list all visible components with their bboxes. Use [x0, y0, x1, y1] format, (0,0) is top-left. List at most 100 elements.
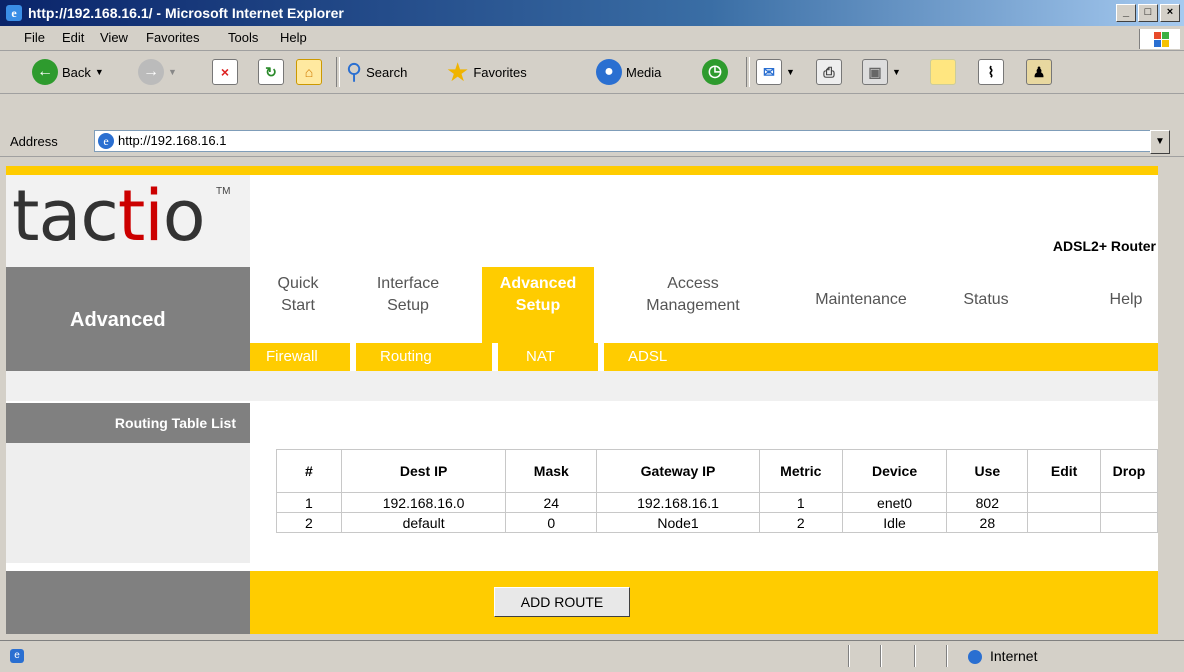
mail-button[interactable]: ✉ ▼	[756, 51, 795, 93]
back-label: Back	[62, 64, 91, 80]
cell-device: enet0	[841, 492, 948, 513]
back-button[interactable]: ← Back ▼	[32, 51, 104, 93]
toolbar: ← Back ▼ → ▼ × ↻ ⌂ ⚲ Search ★ Favorites …	[0, 51, 1184, 94]
cell-use: 28	[946, 512, 1029, 533]
menu-tools[interactable]: Tools	[228, 30, 258, 45]
forward-button[interactable]: → ▼	[138, 51, 177, 93]
tactio-logo: tactio	[12, 175, 206, 257]
cell-device: Idle	[841, 512, 948, 533]
refresh-button[interactable]: ↻	[258, 51, 284, 93]
messenger-button[interactable]: ♟	[1026, 51, 1052, 93]
favorites-star-icon: ★	[446, 56, 470, 87]
main-tabs: Quick Start Interface Setup Advanced Setup …	[250, 267, 1158, 343]
menu-file[interactable]: File	[24, 30, 45, 45]
status-bar: e Internet	[0, 640, 1184, 672]
page-icon: e	[98, 133, 114, 149]
cell-dest-ip: 192.168.16.0	[340, 492, 507, 513]
table-row: 2 default 0 Node1 2 Idle 28	[276, 512, 1158, 533]
security-zone: Internet	[968, 648, 1037, 665]
table-header-row: # Dest IP Mask Gateway IP Metric Device …	[276, 449, 1158, 493]
col-header-gateway-ip: Gateway IP	[596, 449, 760, 493]
edit-button[interactable]: ▣ ▼	[862, 51, 901, 93]
close-button[interactable]: ×	[1160, 4, 1180, 22]
sub-tabs: Firewall Routing NAT ADSL	[250, 343, 1158, 371]
col-header-device: Device	[841, 449, 948, 493]
media-icon: ●	[596, 59, 622, 85]
favorites-button[interactable]: ★ Favorites	[446, 51, 527, 93]
tab-access-management[interactable]: Access Management	[630, 273, 756, 317]
menu-view[interactable]: View	[100, 30, 128, 45]
tab-status[interactable]: Status	[956, 289, 1016, 311]
cell-drop[interactable]	[1100, 512, 1158, 533]
media-label: Media	[626, 64, 662, 80]
spacer-bar	[6, 371, 1158, 401]
paperclip-icon: ⌇	[978, 59, 1004, 85]
tab-interface-setup[interactable]: Interface Setup	[364, 273, 452, 317]
forward-arrow-icon: →	[138, 59, 164, 85]
tab-quick-start[interactable]: Quick Start	[270, 273, 326, 317]
address-bar: Address e http://192.168.16.1 ▼	[0, 94, 1184, 157]
menu-help[interactable]: Help	[280, 30, 307, 45]
address-url: http://192.168.16.1	[118, 133, 227, 148]
subtab-nat[interactable]: NAT	[526, 348, 555, 365]
cell-edit[interactable]	[1027, 492, 1102, 513]
footer-bar	[250, 571, 1158, 634]
col-header-number: #	[276, 449, 342, 493]
cell-edit[interactable]	[1027, 512, 1102, 533]
minimize-button[interactable]: _	[1116, 4, 1136, 22]
edit-icon: ▣	[862, 59, 888, 85]
cell-number: 2	[276, 512, 342, 533]
subtab-routing[interactable]: Routing	[380, 348, 432, 365]
tab-help[interactable]: Help	[1102, 289, 1150, 311]
cell-metric: 1	[758, 492, 843, 513]
table-row: 1 192.168.16.0 24 192.168.16.1 1 enet0 8…	[276, 492, 1158, 513]
cell-gateway-ip: 192.168.16.1	[596, 492, 760, 513]
col-header-use: Use	[946, 449, 1029, 493]
history-icon: ◷	[702, 59, 728, 85]
routing-table: # Dest IP Mask Gateway IP Metric Device …	[276, 449, 1158, 533]
menu-favorites[interactable]: Favorites	[146, 30, 199, 45]
cell-number: 1	[276, 492, 342, 513]
attachment-button[interactable]: ⌇	[978, 51, 1004, 93]
address-dropdown-button[interactable]: ▼	[1150, 130, 1170, 154]
cell-mask: 0	[505, 512, 598, 533]
cell-gateway-ip: Node1	[596, 512, 760, 533]
ie-icon: e	[6, 5, 22, 21]
page-scrollbar[interactable]	[1158, 166, 1184, 634]
messenger-icon: ♟	[1026, 59, 1052, 85]
print-icon: ⎙	[816, 59, 842, 85]
section-title: Advanced	[70, 309, 166, 331]
discuss-button[interactable]	[930, 51, 956, 93]
refresh-icon: ↻	[258, 59, 284, 85]
media-button[interactable]: ● Media	[596, 51, 661, 93]
search-button[interactable]: ⚲ Search	[346, 51, 407, 93]
cell-metric: 2	[758, 512, 843, 533]
stop-button[interactable]: ×	[212, 51, 238, 93]
mail-icon: ✉	[756, 59, 782, 85]
note-icon	[930, 59, 956, 85]
cell-use: 802	[946, 492, 1029, 513]
subtab-adsl[interactable]: ADSL	[628, 348, 667, 365]
add-route-button[interactable]: ADD ROUTE	[494, 587, 630, 617]
col-header-edit: Edit	[1027, 449, 1102, 493]
home-button[interactable]: ⌂	[296, 51, 322, 93]
page-status-icon: e	[10, 649, 24, 663]
col-header-dest-ip: Dest IP	[340, 449, 507, 493]
menu-edit[interactable]: Edit	[62, 30, 84, 45]
subtab-firewall[interactable]: Firewall	[266, 348, 318, 365]
windows-logo-icon	[1139, 29, 1180, 49]
print-button[interactable]: ⎙	[816, 51, 842, 93]
product-name: ADSL2+ Router	[1052, 238, 1156, 254]
cell-drop[interactable]	[1100, 492, 1158, 513]
page-content: tactio TM ADSL2+ Router Advanced Quick St…	[6, 166, 1158, 634]
search-icon: ⚲	[346, 59, 363, 84]
cell-mask: 24	[505, 492, 598, 513]
address-label: Address	[10, 134, 58, 149]
address-input[interactable]: e http://192.168.16.1	[94, 130, 1152, 152]
menu-bar: File Edit View Favorites Tools Help	[0, 26, 1184, 51]
maximize-button[interactable]: □	[1138, 4, 1158, 22]
internet-globe-icon	[968, 650, 982, 665]
tab-advanced-setup[interactable]: Advanced Setup	[482, 267, 594, 343]
history-button[interactable]: ◷	[702, 51, 728, 93]
tab-maintenance[interactable]: Maintenance	[796, 289, 926, 311]
